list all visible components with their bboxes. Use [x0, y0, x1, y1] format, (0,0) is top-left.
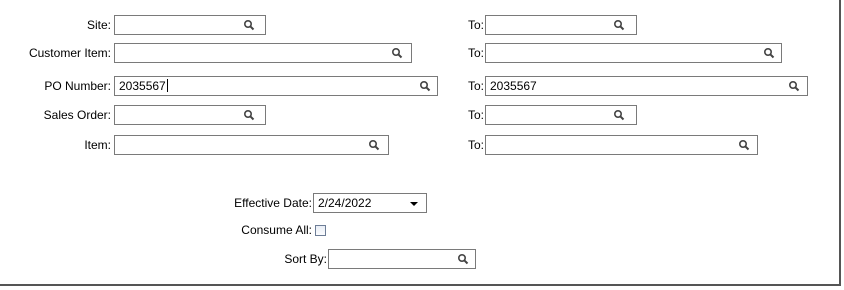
search-icon[interactable]	[368, 139, 380, 151]
text-cursor	[166, 79, 168, 92]
effective-date-value: 2/24/2022	[318, 196, 372, 210]
site-to-input[interactable]	[485, 15, 637, 35]
effective-date-dropdown[interactable]: 2/24/2022	[313, 193, 427, 213]
customer-item-label: Customer Item:	[28, 46, 111, 60]
sort-by-input[interactable]	[328, 249, 476, 269]
dropdown-arrow-icon[interactable]	[410, 202, 418, 206]
search-icon[interactable]	[738, 139, 750, 151]
sales-order-to-label: To:	[467, 108, 484, 122]
customer-item-to-label: To:	[467, 46, 484, 60]
po-number-to-input[interactable]: 2035567	[485, 76, 808, 96]
consume-all-checkbox[interactable]	[315, 225, 326, 236]
search-icon[interactable]	[391, 47, 403, 59]
sales-order-input[interactable]	[114, 105, 266, 125]
site-input[interactable]	[114, 15, 266, 35]
sales-order-label: Sales Order:	[43, 108, 111, 122]
item-label: Item:	[84, 138, 111, 152]
search-icon[interactable]	[613, 19, 625, 31]
consume-all-label: Consume All:	[241, 223, 312, 237]
po-number-to-label: To:	[467, 79, 484, 93]
search-icon[interactable]	[457, 253, 469, 265]
search-icon[interactable]	[419, 80, 431, 92]
po-number-value: 2035567	[119, 79, 168, 93]
site-label: Site:	[86, 18, 111, 32]
item-input[interactable]	[114, 135, 389, 155]
search-icon[interactable]	[788, 80, 800, 92]
customer-item-to-input[interactable]	[485, 43, 782, 63]
site-to-label: To:	[467, 18, 484, 32]
search-icon[interactable]	[763, 47, 775, 59]
sort-by-label: Sort By:	[284, 252, 327, 266]
search-icon[interactable]	[243, 19, 255, 31]
item-to-input[interactable]	[485, 135, 758, 155]
item-to-label: To:	[467, 138, 484, 152]
search-icon[interactable]	[243, 109, 255, 121]
po-number-to-value: 2035567	[490, 79, 537, 93]
po-number-label: PO Number:	[44, 79, 111, 93]
effective-date-label: Effective Date:	[234, 196, 312, 210]
sales-order-to-input[interactable]	[485, 105, 637, 125]
po-number-input[interactable]: 2035567	[114, 76, 438, 96]
customer-item-input[interactable]	[114, 43, 412, 63]
search-icon[interactable]	[613, 109, 625, 121]
